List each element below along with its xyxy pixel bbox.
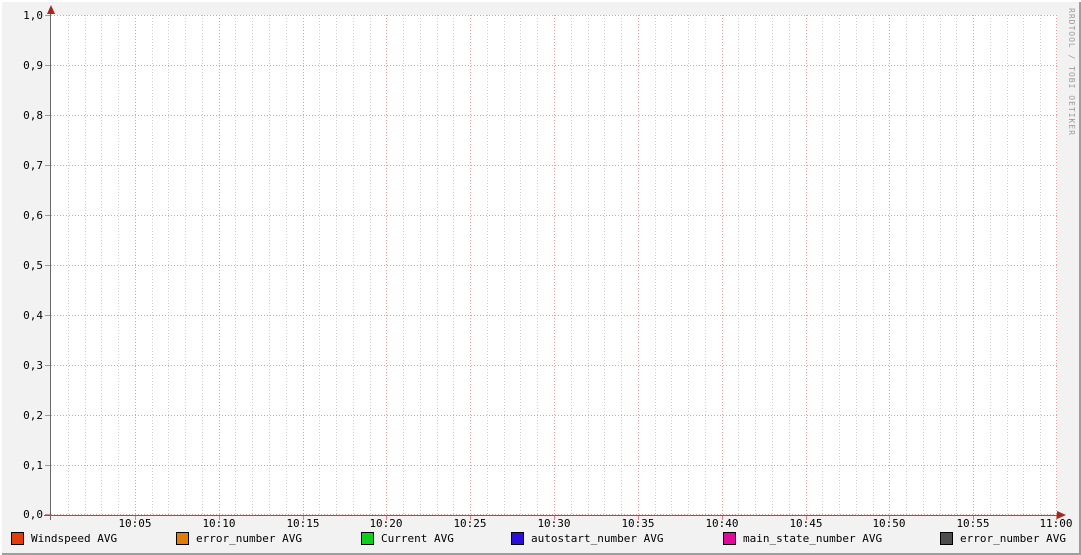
x-axis-major-tick: [554, 516, 555, 520]
legend-label: error_number AVG: [196, 532, 302, 545]
legend-swatch-icon: [361, 532, 374, 545]
x-axis-major-tick: [638, 516, 639, 520]
x-axis-major-tick: [219, 516, 220, 520]
legend-item: autostart_number AVG: [511, 531, 663, 546]
x-axis-major-tick: [889, 516, 890, 520]
gridline-major-horizontal: [51, 265, 1057, 266]
gridline-major-horizontal: [51, 365, 1057, 366]
legend-label: autostart_number AVG: [531, 532, 664, 545]
gridline-major-horizontal: [51, 465, 1057, 466]
gridline-major-horizontal: [51, 165, 1057, 166]
legend-item: error_number AVG: [176, 531, 302, 546]
x-axis-major-tick: [1056, 516, 1057, 520]
gridline-major-horizontal: [51, 415, 1057, 416]
y-axis-tick-label: 0,0: [23, 508, 43, 521]
x-axis-major-tick: [722, 516, 723, 520]
legend-swatch-icon: [11, 532, 24, 545]
gridline-major-horizontal: [51, 315, 1057, 316]
y-axis-tick-label: 0,6: [23, 209, 43, 222]
y-axis-arrow-icon: [47, 5, 55, 14]
legend-swatch-icon: [723, 532, 736, 545]
y-axis-tick-label: 0,3: [23, 359, 43, 372]
y-axis-major-tick: [45, 15, 50, 16]
y-axis-major-tick: [45, 514, 50, 515]
legend-label: error_number AVG: [960, 532, 1066, 545]
y-axis-tick-label: 0,1: [23, 459, 43, 472]
x-axis-major-tick: [470, 516, 471, 520]
legend-swatch-icon: [176, 532, 189, 545]
rrdtool-graph-frame: Windspeed AVG error_number AVG Current AVG…: [0, 0, 1081, 555]
y-axis-tick-label: 0,9: [23, 59, 43, 72]
rrdtool-watermark: RRDTOOL / TOBI OETIKER: [1067, 8, 1076, 136]
y-axis-major-tick: [45, 365, 50, 366]
gridline-major-horizontal: [51, 15, 1057, 16]
plot-area: [51, 15, 1057, 515]
y-axis-major-tick: [45, 315, 50, 316]
x-axis-major-tick: [806, 516, 807, 520]
y-axis-major-tick: [45, 115, 50, 116]
y-axis-major-tick: [45, 65, 50, 66]
legend-swatch-icon: [940, 532, 953, 545]
legend-item: main_state_number AVG: [723, 531, 882, 546]
x-axis-major-tick: [973, 516, 974, 520]
x-axis-major-tick: [135, 516, 136, 520]
gridline-major-horizontal: [51, 65, 1057, 66]
y-axis-major-tick: [45, 415, 50, 416]
legend-label: Windspeed AVG: [31, 532, 118, 545]
legend-item: Windspeed AVG: [11, 531, 117, 546]
x-axis-major-tick: [303, 516, 304, 520]
y-axis-tick-label: 0,8: [23, 109, 43, 122]
y-axis-tick-label: 0,5: [23, 259, 43, 272]
y-axis-tick-label: 0,2: [23, 409, 43, 422]
y-axis-major-tick: [45, 165, 50, 166]
y-axis-tick-label: 1,0: [23, 9, 43, 22]
legend-item: Current AVG: [361, 531, 454, 546]
y-axis-major-tick: [45, 215, 50, 216]
y-axis-major-tick: [45, 265, 50, 266]
x-axis-major-tick: [386, 516, 387, 520]
y-axis-tick-label: 0,7: [23, 159, 43, 172]
gridline-major-horizontal: [51, 115, 1057, 116]
x-axis-line: [44, 515, 1059, 516]
legend-item: error_number AVG: [940, 531, 1066, 546]
gridline-major-horizontal: [51, 215, 1057, 216]
legend-label: main_state_number AVG: [743, 532, 883, 545]
legend-swatch-icon: [511, 532, 524, 545]
y-axis-major-tick: [45, 465, 50, 466]
legend-label: Current AVG: [381, 532, 454, 545]
y-axis-line: [50, 13, 51, 520]
y-axis-tick-label: 0,4: [23, 309, 43, 322]
